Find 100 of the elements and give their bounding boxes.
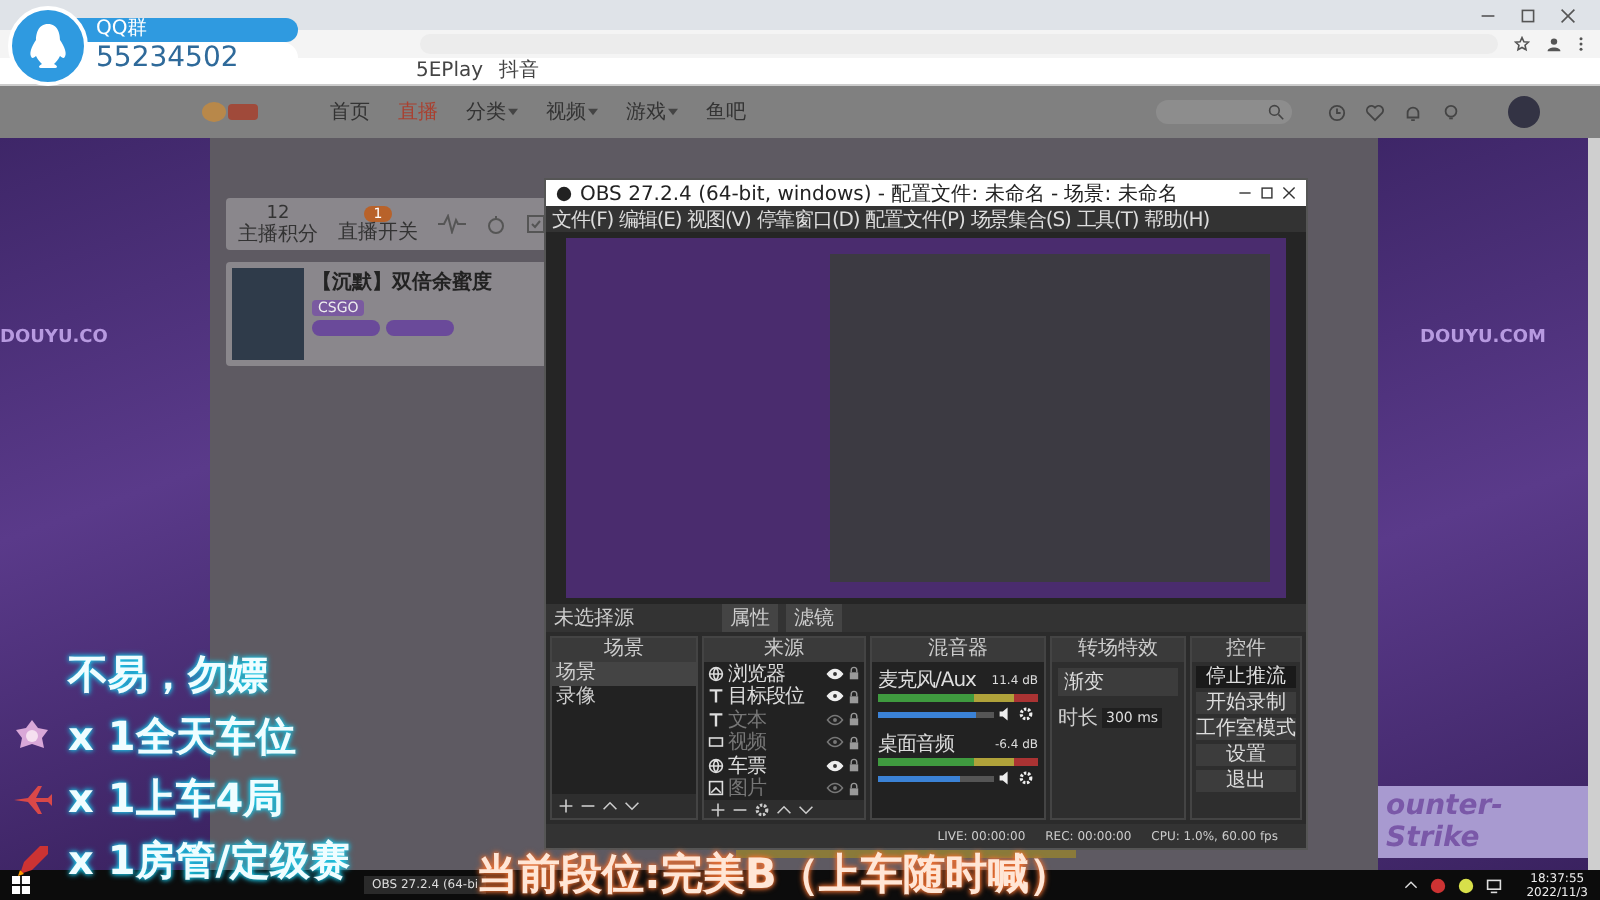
windows-icon[interactable] bbox=[12, 876, 30, 894]
bulb-icon[interactable] bbox=[1442, 103, 1460, 121]
toolbar-button[interactable]: 属性 bbox=[722, 604, 778, 632]
stat-value: 12 bbox=[266, 203, 290, 223]
camera-icon bbox=[708, 734, 724, 751]
menu-item[interactable]: 场景集合(S) bbox=[970, 205, 1071, 233]
chevron-up-icon[interactable] bbox=[776, 801, 792, 817]
checklist-icon[interactable] bbox=[526, 214, 546, 234]
speaker-icon[interactable] bbox=[998, 770, 1014, 786]
globe-icon bbox=[708, 757, 724, 774]
source-item[interactable]: 目标段位 bbox=[704, 685, 864, 708]
star-icon[interactable] bbox=[1514, 36, 1530, 52]
menu-item[interactable]: 帮助(H) bbox=[1144, 205, 1209, 233]
plus-icon[interactable] bbox=[710, 801, 726, 817]
source-name: 车票 bbox=[728, 753, 766, 778]
scrollbar[interactable] bbox=[1588, 138, 1600, 870]
toolbar-button[interactable]: 滤镜 bbox=[786, 604, 842, 632]
app-icon bbox=[556, 185, 572, 201]
source-item[interactable]: 图片 bbox=[704, 777, 864, 800]
bookmark-link[interactable]: 5EPlay bbox=[416, 60, 484, 82]
globe-icon bbox=[708, 665, 724, 682]
bookmark-link[interactable]: 抖音 bbox=[499, 60, 540, 82]
watermark-text: DOUYU.COM bbox=[1420, 328, 1546, 348]
close-icon[interactable] bbox=[1282, 186, 1296, 200]
chevron-down-icon[interactable] bbox=[798, 801, 814, 817]
stat-label: 直播开关 bbox=[338, 221, 418, 243]
caret-icon bbox=[668, 108, 678, 116]
chevron-down-icon[interactable] bbox=[624, 798, 640, 814]
room-title[interactable]: 【沉默】双倍余蜜度 bbox=[312, 268, 492, 296]
source-name: 浏览器 bbox=[728, 661, 787, 686]
lock-icon[interactable] bbox=[848, 758, 860, 773]
maximize-icon[interactable] bbox=[1260, 186, 1274, 200]
menu-item[interactable]: 视图(V) bbox=[687, 205, 751, 233]
source-name: 视频 bbox=[728, 729, 769, 755]
dock-title: 混音器 bbox=[872, 638, 1044, 662]
transition-dropdown[interactable]: 渐变 bbox=[1058, 668, 1178, 696]
menu-item[interactable]: 工具(T) bbox=[1076, 205, 1139, 233]
chevron-up-icon[interactable] bbox=[602, 798, 618, 814]
plus-icon[interactable] bbox=[558, 798, 574, 814]
monitor-icon[interactable] bbox=[1486, 877, 1503, 893]
menu-item[interactable]: 配置文件(P) bbox=[865, 205, 965, 233]
overlay-text: x 1全天车位 bbox=[68, 710, 296, 764]
overlay-text: 不易，勿嫖 bbox=[68, 648, 268, 702]
menu-item[interactable]: 编辑(E) bbox=[619, 205, 682, 233]
rocket-icon bbox=[12, 841, 52, 881]
heart-icon[interactable] bbox=[1366, 103, 1384, 121]
caret-icon bbox=[588, 108, 598, 116]
dock-title: 控件 bbox=[1192, 638, 1300, 662]
selection-label: 未选择源 bbox=[554, 605, 634, 632]
gear-icon[interactable] bbox=[754, 801, 770, 817]
control-button[interactable]: 退出 bbox=[1196, 770, 1296, 792]
volume-slider[interactable] bbox=[878, 711, 994, 717]
caret-icon bbox=[508, 108, 518, 116]
dock-title: 来源 bbox=[704, 638, 864, 662]
control-button[interactable]: 开始录制 bbox=[1196, 692, 1296, 714]
menu-icon[interactable] bbox=[1578, 36, 1584, 52]
speaker-icon[interactable] bbox=[998, 706, 1014, 722]
profile-icon[interactable] bbox=[1546, 36, 1562, 52]
overlay-text: x 1上车4局 bbox=[68, 772, 284, 826]
source-name: 目标段位 bbox=[728, 683, 807, 709]
chevron-up-icon[interactable] bbox=[1404, 880, 1419, 890]
channel-name: 麦克风/Aux bbox=[878, 667, 976, 694]
avatar[interactable] bbox=[1508, 96, 1540, 128]
volume-slider[interactable] bbox=[878, 775, 994, 781]
game-banner: ounter-Strike bbox=[1378, 786, 1588, 858]
source-item[interactable]: 浏览器 bbox=[704, 662, 864, 685]
menu-item[interactable]: 停靠窗口(D) bbox=[756, 205, 860, 233]
control-button[interactable]: 停止推流 bbox=[1196, 666, 1296, 688]
minimize-icon[interactable] bbox=[1238, 186, 1252, 200]
dock-title: 转场特效 bbox=[1052, 638, 1184, 662]
watermark-text: DOUYU.CO bbox=[0, 328, 108, 348]
search-icon[interactable] bbox=[1268, 104, 1284, 120]
source-item[interactable]: 视频 bbox=[704, 731, 864, 754]
source-item[interactable]: 文本 bbox=[704, 708, 864, 731]
control-button[interactable]: 设置 bbox=[1196, 744, 1296, 766]
restore-icon[interactable] bbox=[1520, 7, 1536, 23]
duration-label: 时长 bbox=[1058, 705, 1098, 732]
bell-icon[interactable] bbox=[1404, 103, 1422, 121]
scene-item[interactable]: 录像 bbox=[552, 686, 696, 710]
control-button[interactable]: 工作室模式 bbox=[1196, 718, 1296, 740]
lock-icon[interactable] bbox=[848, 666, 860, 681]
window-title: OBS 27.2.4 (64-bit, windows) - 配置文件: 未命名 - 场景: 未命名 bbox=[580, 181, 1178, 207]
text-icon bbox=[708, 711, 724, 728]
source-name: 图片 bbox=[728, 775, 769, 803]
image-icon bbox=[708, 780, 724, 797]
stat-label: 主播积分 bbox=[238, 223, 318, 245]
clock-icon[interactable] bbox=[1328, 103, 1346, 121]
source-item[interactable]: 车票 bbox=[704, 754, 864, 777]
scene-item[interactable]: 场景 bbox=[552, 662, 696, 686]
lock-icon[interactable] bbox=[848, 781, 860, 796]
lock-icon[interactable] bbox=[848, 689, 860, 704]
close-icon[interactable] bbox=[1560, 7, 1576, 23]
menu-item[interactable]: 文件(F) bbox=[552, 205, 614, 233]
dock-title: 场景 bbox=[552, 638, 696, 662]
overlay-text: x 1房管/定级赛 bbox=[68, 834, 351, 888]
lock-icon[interactable] bbox=[848, 735, 860, 750]
text-icon bbox=[708, 688, 724, 705]
search-field[interactable] bbox=[1156, 100, 1292, 124]
channel-name: 桌面音频 bbox=[878, 731, 954, 758]
lock-icon[interactable] bbox=[848, 712, 860, 727]
